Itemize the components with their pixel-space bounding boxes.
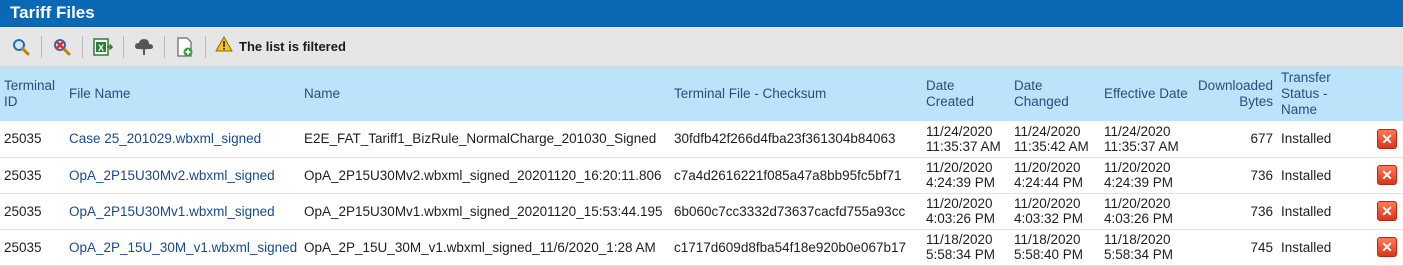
table-header-row: Terminal ID File Name Name Terminal File… xyxy=(0,67,1403,121)
toolbar-separator xyxy=(41,35,42,58)
column-header-date-changed[interactable]: Date Changed xyxy=(1010,67,1100,121)
cell-date-created: 11/20/2020 4:03:26 PM xyxy=(926,196,996,226)
cell-transfer-status: Installed xyxy=(1281,167,1332,183)
export-excel-icon[interactable]: X xyxy=(92,36,114,58)
cell-transfer-status: Installed xyxy=(1281,131,1332,147)
cell-terminal-id: 25035 xyxy=(4,131,42,147)
cell-terminal-id: 25035 xyxy=(4,167,42,183)
column-header-transfer-status[interactable]: Transfer Status - Name xyxy=(1277,67,1357,121)
toolbar-separator xyxy=(164,35,165,58)
cell-checksum: c1717d609d8fba54f18e920b0e067b17 xyxy=(674,239,906,255)
cell-downloaded-bytes: 736 xyxy=(1250,167,1273,183)
delete-icon[interactable]: ✕ xyxy=(1377,165,1397,185)
cell-transfer-status: Installed xyxy=(1281,203,1332,219)
cell-actions: ✕ xyxy=(1357,229,1403,265)
cell-effective-date: 11/18/2020 5:58:34 PM xyxy=(1104,232,1174,262)
toolbar: X The list is filtered xyxy=(0,27,1403,67)
cell-checksum: c7a4d2616221f085a47a8bb95fc5bf71 xyxy=(674,167,902,183)
column-header-actions xyxy=(1357,67,1403,121)
table-row: 25035 OpA_2P15U30Mv1.wbxml_signed OpA_2P… xyxy=(0,193,1403,229)
cell-terminal-id: 25035 xyxy=(4,203,42,219)
table-row: 25035 OpA_2P_15U_30M_v1.wbxml_signed OpA… xyxy=(0,229,1403,265)
cell-downloaded-bytes: 677 xyxy=(1250,131,1273,147)
cell-actions: ✕ xyxy=(1357,121,1403,157)
toolbar-separator xyxy=(123,35,124,58)
warning-icon xyxy=(215,35,233,57)
column-header-file-name[interactable]: File Name xyxy=(65,67,300,121)
toolbar-separator xyxy=(205,35,206,58)
cell-effective-date: 11/20/2020 4:03:26 PM xyxy=(1104,196,1174,226)
table-row: 25035 OpA_2P15U30Mv2.wbxml_signed OpA_2P… xyxy=(0,157,1403,193)
svg-text:X: X xyxy=(98,43,104,53)
cell-terminal-id: 25035 xyxy=(4,239,42,255)
file-name-link[interactable]: OpA_2P_15U_30M_v1.wbxml_signed xyxy=(65,229,300,265)
cell-date-changed: 11/18/2020 5:58:40 PM xyxy=(1014,232,1084,262)
cell-downloaded-bytes: 745 xyxy=(1250,239,1273,255)
cell-downloaded-bytes: 736 xyxy=(1250,203,1273,219)
cell-checksum: 6b060c7cc3332d73637cacfd755a93cc xyxy=(674,203,906,219)
filter-notice-text: The list is filtered xyxy=(239,39,346,54)
toolbar-separator xyxy=(82,35,83,58)
cell-effective-date: 11/24/2020 11:35:37 AM xyxy=(1104,123,1179,154)
delete-icon[interactable]: ✕ xyxy=(1377,201,1397,221)
cell-checksum: 30fdfb42f266d4fba23f361304b84063 xyxy=(674,131,896,147)
cell-name: OpA_2P_15U_30M_v1.wbxml_signed_11/6/2020… xyxy=(304,239,656,255)
delete-icon[interactable]: ✕ xyxy=(1377,128,1397,149)
cell-actions: ✕ xyxy=(1357,157,1403,193)
cell-actions: ✕ xyxy=(1357,193,1403,229)
cell-effective-date: 11/20/2020 4:24:39 PM xyxy=(1104,160,1174,190)
cell-transfer-status: Installed xyxy=(1281,239,1332,255)
column-header-checksum[interactable]: Terminal File - Checksum xyxy=(670,67,922,121)
column-header-effective-date[interactable]: Effective Date xyxy=(1100,67,1192,121)
search-icon[interactable] xyxy=(10,36,32,58)
cell-date-changed: 11/20/2020 4:24:44 PM xyxy=(1014,160,1084,190)
column-header-downloaded-bytes[interactable]: Downloaded Bytes xyxy=(1192,67,1277,121)
file-name-link[interactable]: OpA_2P15U30Mv1.wbxml_signed xyxy=(65,193,300,229)
panel-title: Tariff Files xyxy=(0,0,1403,27)
delete-icon[interactable]: ✕ xyxy=(1377,237,1397,257)
cell-name: E2E_FAT_Tariff1_BizRule_NormalCharge_201… xyxy=(304,131,657,147)
cell-date-changed: 11/20/2020 4:03:32 PM xyxy=(1014,196,1084,226)
cell-name: OpA_2P15U30Mv1.wbxml_signed_20201120_15:… xyxy=(304,203,663,219)
upload-icon[interactable] xyxy=(133,36,155,58)
table-row: 25035 Case 25_201029.wbxml_signed E2E_FA… xyxy=(0,121,1403,157)
column-header-terminal-id[interactable]: Terminal ID xyxy=(0,67,65,121)
cell-date-created: 11/20/2020 4:24:39 PM xyxy=(926,160,996,190)
column-header-name[interactable]: Name xyxy=(300,67,670,121)
file-name-link[interactable]: OpA_2P15U30Mv2.wbxml_signed xyxy=(65,157,300,193)
cell-date-changed: 11/24/2020 11:35:42 AM xyxy=(1014,123,1089,154)
cell-date-created: 11/24/2020 11:35:37 AM xyxy=(926,123,1001,154)
file-name-link[interactable]: Case 25_201029.wbxml_signed xyxy=(65,121,300,157)
filter-notice: The list is filtered xyxy=(215,35,346,57)
cell-name: OpA_2P15U30Mv2.wbxml_signed_20201120_16:… xyxy=(304,167,662,183)
column-header-date-created[interactable]: Date Created xyxy=(922,67,1010,121)
cell-date-created: 11/18/2020 5:58:34 PM xyxy=(926,232,996,262)
tariff-files-table: Terminal ID File Name Name Terminal File… xyxy=(0,67,1403,266)
clear-filter-icon[interactable] xyxy=(51,36,73,58)
add-file-icon[interactable] xyxy=(174,36,196,58)
